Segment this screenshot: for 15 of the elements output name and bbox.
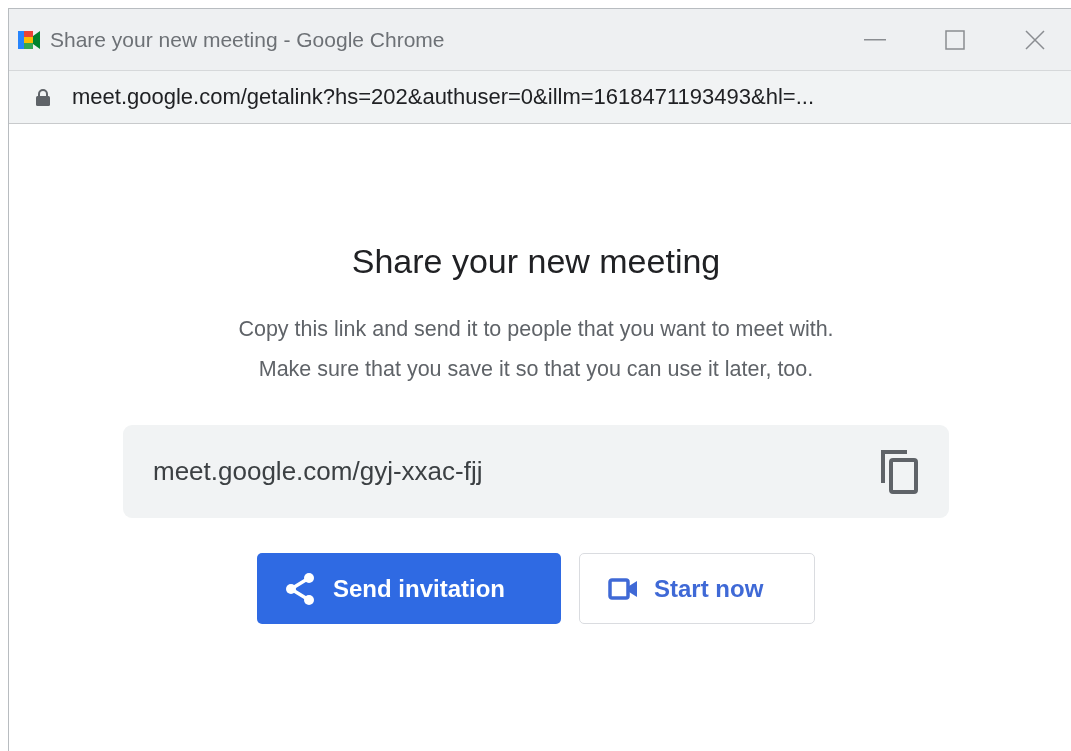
share-icon	[285, 571, 317, 606]
dialog-description: Copy this link and send it to people that you want to meet with. Make sure that you save it so that you can use it later, too.	[238, 316, 834, 383]
url-text: meet.google.com/getalink?hs=202&authuser=0&illm=1618471193493&hl=...	[72, 84, 815, 110]
video-camera-icon	[18, 30, 42, 49]
close-icon	[1025, 29, 1045, 50]
send-invitation-button[interactable]: Send invitation	[257, 553, 561, 624]
window-title: Share your new meeting - Google Chrome	[50, 27, 446, 52]
video-camera-icon	[608, 577, 638, 600]
maximize-icon	[945, 29, 965, 50]
minimize-icon	[864, 38, 886, 41]
copy-icon[interactable]	[879, 448, 919, 495]
lock-icon	[36, 88, 50, 106]
start-now-button[interactable]: Start now	[579, 553, 815, 624]
dialog-heading: Share your new meeting	[351, 242, 721, 281]
address-bar[interactable]: meet.google.com/getalink?hs=202&authuser=0&illm=1618471193493&hl=...	[9, 70, 1071, 124]
